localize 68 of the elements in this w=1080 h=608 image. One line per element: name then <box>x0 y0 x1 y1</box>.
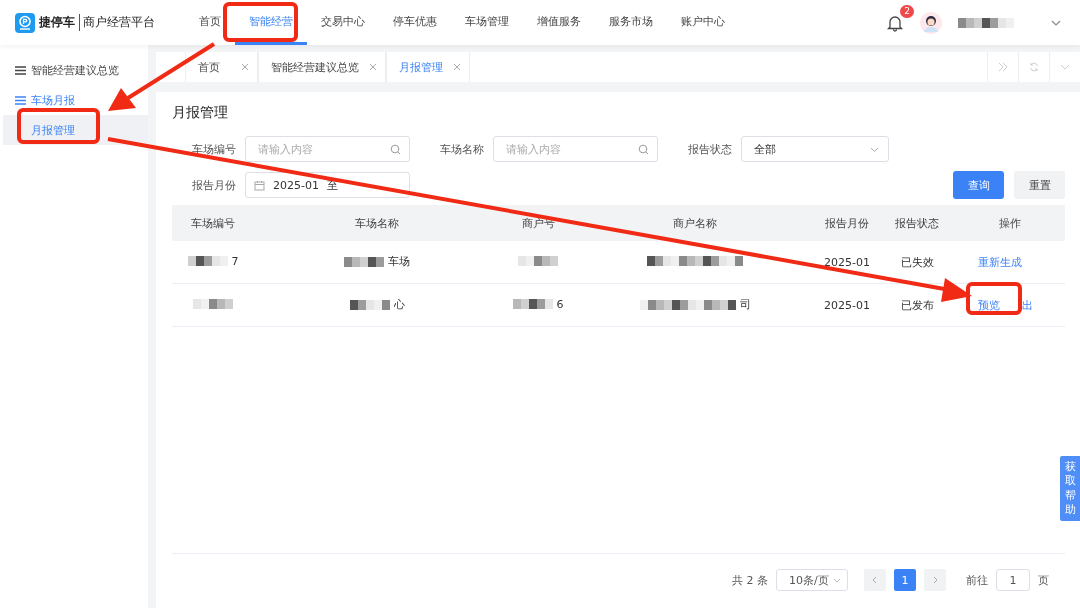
column-header: 商户名称 <box>576 205 814 241</box>
table-cell: 心 <box>393 297 405 313</box>
sidebar-item[interactable]: 车场月报 <box>0 85 148 115</box>
table-cell: 6 <box>556 297 564 311</box>
search-icon <box>638 143 649 155</box>
filter-label: 报告状态 <box>687 141 732 157</box>
brand-name: 捷停车 <box>39 14 75 31</box>
chevron-right-icon <box>931 575 939 584</box>
action-link[interactable]: 重新生成 <box>974 254 1026 270</box>
redacted-block <box>958 18 1014 28</box>
table-cell: 已失效 <box>900 254 934 270</box>
table-cell: 2025-01 <box>824 298 870 312</box>
column-header: 车场编号 <box>172 205 254 241</box>
double-chevron-icon[interactable] <box>998 62 1008 72</box>
column-header: 车场名称 <box>254 205 500 241</box>
search-button[interactable]: 查询 <box>953 171 1004 199</box>
filter-label: 车场编号 <box>191 141 236 157</box>
reset-button[interactable]: 重置 <box>1014 171 1065 199</box>
avatar-icon[interactable] <box>920 11 942 34</box>
calendar-icon <box>254 179 265 191</box>
search-icon <box>390 143 401 155</box>
nav-tab[interactable]: 账户中心 <box>667 0 739 45</box>
page-tab[interactable]: 智能经营建议总览 <box>258 52 386 82</box>
caret-icon <box>833 576 841 584</box>
filter-label: 报告月份 <box>191 177 236 193</box>
action-link[interactable]: 出 <box>1018 297 1037 313</box>
page-title: 月报管理 <box>172 104 229 122</box>
column-header: 操作 <box>954 205 1065 241</box>
logo-icon <box>15 12 35 33</box>
chevron-left-icon <box>871 575 879 584</box>
nav-tab[interactable]: 车场管理 <box>451 0 523 45</box>
table-cell: 车场 <box>388 254 410 270</box>
table-cell: 7 <box>231 254 239 268</box>
page-suffix: 页 <box>1038 572 1049 588</box>
status-select[interactable]: 全部 <box>741 136 889 162</box>
column-header: 报告月份 <box>814 205 880 241</box>
total-count: 共 2 条 <box>732 572 768 588</box>
notification-badge: 2 <box>900 4 914 18</box>
caret-icon[interactable] <box>1060 62 1070 72</box>
goto-label: 前往 <box>966 572 988 588</box>
sidebar-item[interactable]: 智能经营建议总览 <box>0 55 148 85</box>
page-tab[interactable]: 月报管理 <box>386 52 470 82</box>
filter-label: 车场名称 <box>439 141 484 157</box>
highlight-frame <box>966 282 1022 315</box>
menu-icon <box>15 95 26 105</box>
nav-tab[interactable]: 停车优惠 <box>379 0 451 45</box>
nav-tab[interactable]: 增值服务 <box>523 0 595 45</box>
table-cell: 司 <box>739 297 751 313</box>
menu-icon <box>15 65 26 75</box>
nav-tab[interactable]: 首页 <box>185 0 235 45</box>
page-button[interactable]: 1 <box>894 569 916 591</box>
action-link[interactable]: 预览 <box>974 297 1004 313</box>
column-header: 报告状态 <box>880 205 954 241</box>
date-range-field[interactable]: 2025-01 至 <box>245 172 410 198</box>
close-icon[interactable] <box>241 63 249 71</box>
bell-icon[interactable] <box>886 13 904 32</box>
table-cell: 2025-01 <box>824 255 870 269</box>
platform-name: 商户经营平台 <box>79 14 155 31</box>
close-icon[interactable] <box>453 63 461 71</box>
table-cell: 已发布 <box>900 297 934 313</box>
page-size-select[interactable]: 10条/页 <box>776 569 848 591</box>
nav-tab[interactable]: 智能经营 <box>235 0 307 45</box>
page-tab[interactable]: 首页 <box>185 52 258 82</box>
nav-tab[interactable]: 服务市场 <box>595 0 667 45</box>
refresh-icon[interactable] <box>1029 62 1039 72</box>
nav-tab[interactable]: 交易中心 <box>307 0 379 45</box>
page-input[interactable]: 1 <box>996 569 1030 591</box>
close-icon[interactable] <box>369 63 377 71</box>
